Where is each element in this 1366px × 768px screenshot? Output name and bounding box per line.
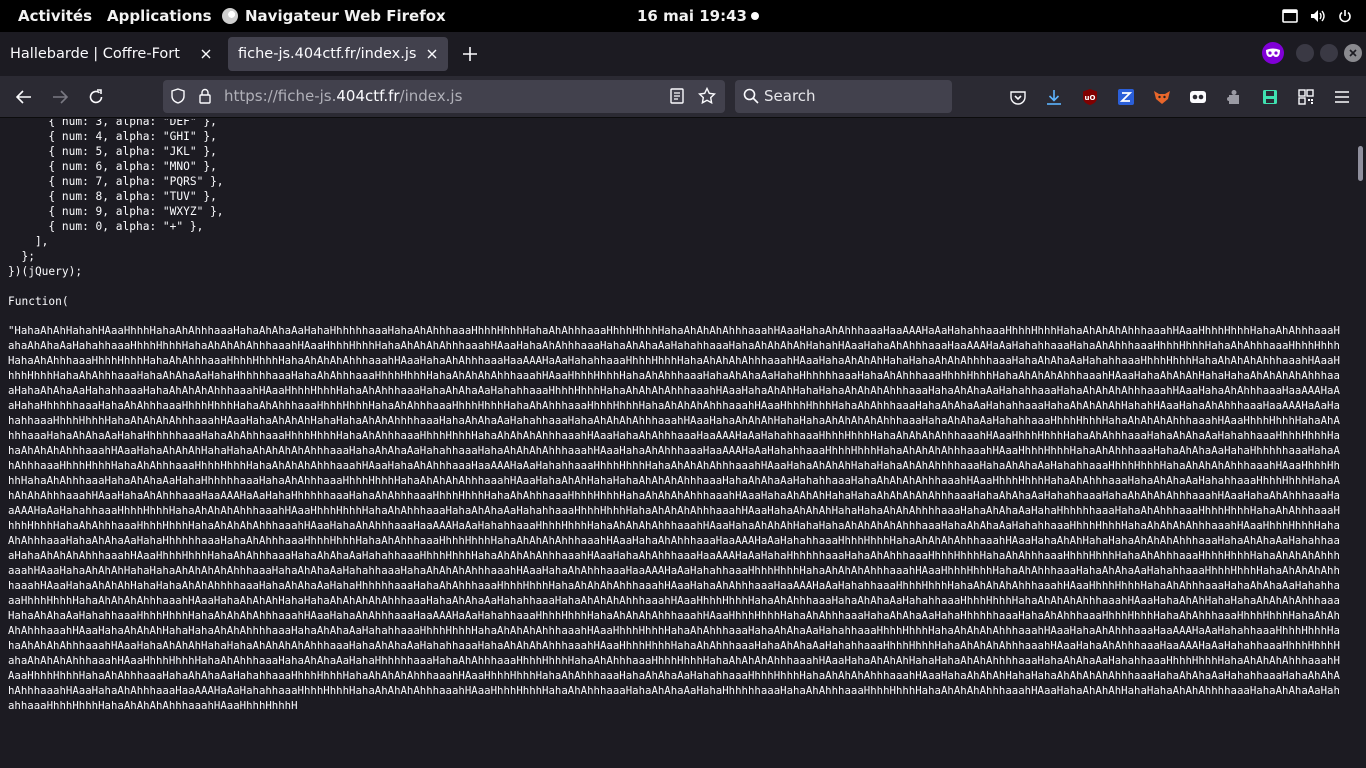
url-host: 404ctf.fr <box>336 87 400 105</box>
extension-puzzle-icon[interactable] <box>1222 85 1246 109</box>
extension-mask-icon[interactable] <box>1186 85 1210 109</box>
screen-icon[interactable] <box>1282 9 1298 23</box>
applications-menu[interactable]: Applications <box>107 0 212 32</box>
clock[interactable]: 16 mai 19:43 <box>637 0 747 32</box>
url-text[interactable]: https://fiche-js.404ctf.fr/index.js <box>224 80 462 113</box>
page-content[interactable]: { num: 3, alpha: "DEF" }, { num: 4, alph… <box>0 119 1366 768</box>
minimize-button[interactable] <box>1296 44 1314 62</box>
obfuscated-payload-text: "HahaAhAhHahahHAaaHhhhHahaAhAhhhaaaHahaA… <box>8 324 1340 712</box>
back-icon <box>16 90 31 104</box>
navigation-toolbar: https://fiche-js.404ctf.fr/index.js Sear… <box>0 76 1366 118</box>
search-bar[interactable]: Search <box>735 80 952 113</box>
forward-icon <box>53 90 68 104</box>
url-path: /index.js <box>399 87 463 105</box>
maximize-button[interactable] <box>1320 44 1338 62</box>
svg-text:uO: uO <box>1085 94 1096 102</box>
app-menu-firefox[interactable]: Navigateur Web Firefox <box>222 0 446 32</box>
star-icon[interactable] <box>697 86 717 109</box>
save-icon[interactable] <box>1258 85 1282 109</box>
reload-icon <box>89 89 103 104</box>
tab-index-js[interactable]: fiche-js.404ctf.fr/index.js <box>228 37 448 71</box>
scrollbar-thumb[interactable] <box>1358 146 1363 181</box>
shield-icon[interactable] <box>171 88 185 108</box>
ublock-icon[interactable]: uO <box>1078 85 1102 109</box>
back-button[interactable] <box>11 84 37 110</box>
forward-button[interactable] <box>47 84 73 110</box>
activities-button[interactable]: Activités <box>18 0 92 32</box>
tab-title: fiche-js.404ctf.fr/index.js <box>238 46 417 62</box>
notification-dot <box>751 12 759 20</box>
window-controls <box>1262 42 1362 64</box>
window-close-button[interactable] <box>1344 44 1362 62</box>
search-icon <box>743 88 759 108</box>
tab-hallebarde[interactable]: Hallebarde | Coffre-Fort <box>0 37 222 71</box>
system-top-bar: Activités Applications Navigateur Web Fi… <box>0 0 1366 32</box>
close-icon[interactable] <box>198 37 214 71</box>
private-browsing-icon <box>1262 42 1284 64</box>
lock-icon[interactable] <box>199 88 211 108</box>
extension-z-icon[interactable] <box>1114 85 1138 109</box>
scrollbar[interactable] <box>1354 119 1366 768</box>
address-bar[interactable]: https://fiche-js.404ctf.fr/index.js <box>163 80 725 113</box>
url-prefix: https://fiche-js. <box>224 87 337 105</box>
tab-strip: Hallebarde | Coffre-Fort fiche-js.404ctf… <box>0 32 1366 76</box>
firefox-icon <box>222 8 238 24</box>
reload-button[interactable] <box>83 84 109 110</box>
pocket-icon[interactable] <box>1006 85 1030 109</box>
new-tab-button[interactable] <box>458 42 482 66</box>
tab-title: Hallebarde | Coffre-Fort <box>10 46 180 62</box>
qr-icon[interactable] <box>1294 85 1318 109</box>
volume-icon[interactable] <box>1310 9 1326 23</box>
extension-fox-icon[interactable] <box>1150 85 1174 109</box>
menu-icon[interactable] <box>1330 85 1354 109</box>
source-code-text: { num: 3, alpha: "DEF" }, { num: 4, alph… <box>8 119 224 308</box>
download-icon[interactable] <box>1042 85 1066 109</box>
plus-icon <box>463 47 477 61</box>
app-name-label: Navigateur Web Firefox <box>245 7 446 25</box>
system-status-area[interactable] <box>1282 0 1352 32</box>
close-icon[interactable] <box>424 37 440 71</box>
reader-mode-icon[interactable] <box>670 88 684 108</box>
search-input[interactable]: Search <box>764 80 816 113</box>
power-icon[interactable] <box>1338 9 1352 23</box>
